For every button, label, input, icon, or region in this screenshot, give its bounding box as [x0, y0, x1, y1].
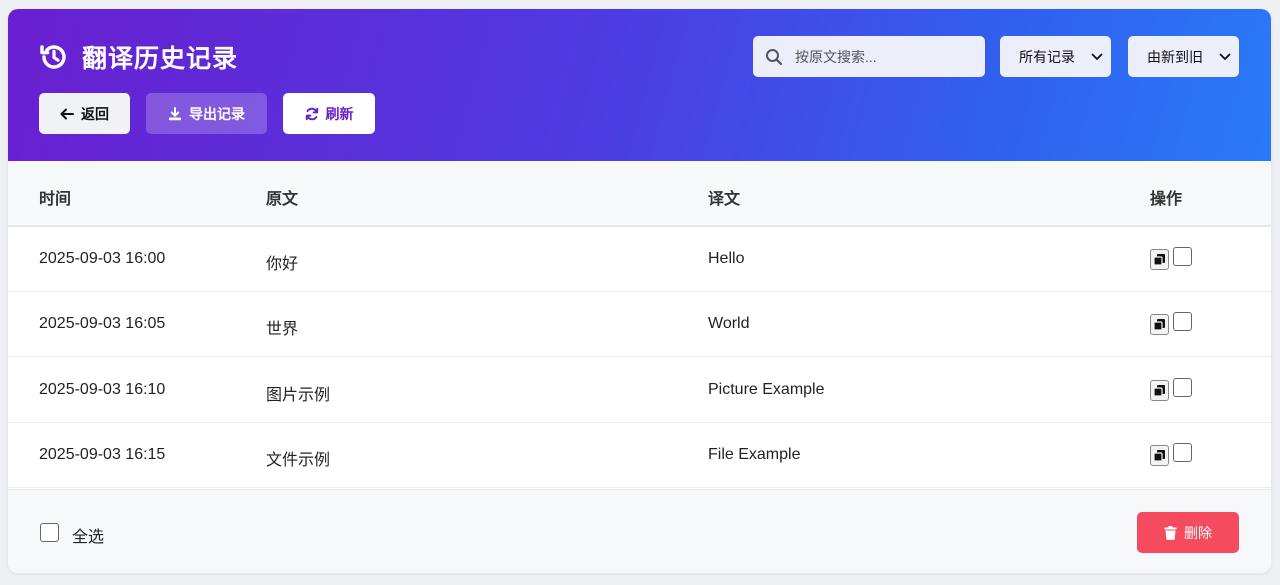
- copy-icon: [1153, 450, 1165, 462]
- copy-icon: [1153, 385, 1165, 397]
- table-row: 2025-09-03 16:15 文件示例 File Example: [8, 423, 1271, 488]
- refresh-icon: [305, 107, 318, 120]
- header: 翻译历史记录 返回 导出记录 刷新 按原文搜索... 所有记录 由新到旧: [8, 9, 1271, 161]
- chevron-down-icon: [1219, 53, 1231, 60]
- back-label: 返回: [81, 105, 109, 122]
- copy-button[interactable]: [1150, 445, 1169, 466]
- refresh-label: 刷新: [325, 105, 354, 122]
- copy-button[interactable]: [1150, 380, 1169, 401]
- row-checkbox[interactable]: [1173, 312, 1192, 331]
- export-button[interactable]: 导出记录: [146, 93, 267, 134]
- history-card: 翻译历史记录 返回 导出记录 刷新 按原文搜索... 所有记录 由新到旧 时间 …: [8, 9, 1271, 573]
- column-header-translation: 译文: [708, 191, 741, 208]
- page-title: 翻译历史记录: [82, 45, 239, 73]
- filter-select[interactable]: 所有记录: [1000, 36, 1111, 77]
- download-icon: [169, 106, 181, 120]
- table-row: 2025-09-03 16:00 你好 Hello: [8, 227, 1271, 292]
- refresh-button[interactable]: 刷新: [283, 93, 375, 134]
- row-time: 2025-09-03 16:00: [39, 250, 166, 267]
- back-button[interactable]: 返回: [39, 93, 130, 134]
- row-checkbox[interactable]: [1173, 247, 1192, 266]
- copy-button[interactable]: [1150, 249, 1169, 270]
- row-translation: World: [708, 315, 750, 332]
- copy-button[interactable]: [1150, 314, 1169, 335]
- column-header-actions: 操作: [1150, 191, 1183, 208]
- history-icon: [40, 45, 66, 69]
- chevron-down-icon: [1091, 53, 1103, 60]
- select-all-label[interactable]: 全选: [72, 523, 104, 547]
- search-input[interactable]: [795, 48, 975, 65]
- row-checkbox[interactable]: [1173, 443, 1192, 462]
- row-source: 世界: [266, 321, 299, 338]
- delete-label: 删除: [1184, 524, 1212, 541]
- copy-icon: [1153, 319, 1165, 331]
- export-label: 导出记录: [189, 105, 245, 122]
- row-time: 2025-09-03 16:15: [39, 446, 166, 463]
- sort-selected-value: 由新到旧: [1147, 48, 1203, 65]
- trash-icon: [1164, 525, 1177, 540]
- search-icon: [766, 48, 783, 65]
- delete-button[interactable]: 删除: [1137, 512, 1239, 553]
- select-all-checkbox[interactable]: [40, 523, 59, 542]
- row-translation: File Example: [708, 446, 801, 463]
- row-translation: Picture Example: [708, 381, 825, 398]
- sort-select[interactable]: 由新到旧: [1128, 36, 1239, 77]
- copy-icon: [1153, 254, 1165, 266]
- title-wrap: 翻译历史记录: [38, 39, 238, 75]
- table-header: 时间 原文 译文 操作: [8, 161, 1271, 227]
- row-source: 图片示例: [266, 387, 331, 404]
- table-row: 2025-09-03 16:05 世界 World: [8, 292, 1271, 357]
- row-source: 文件示例: [266, 452, 331, 469]
- row-checkbox[interactable]: [1173, 378, 1192, 397]
- filter-selected-value: 所有记录: [1019, 48, 1075, 65]
- search-box[interactable]: [753, 36, 985, 77]
- table-row: 2025-09-03 16:10 图片示例 Picture Example: [8, 358, 1271, 423]
- row-time: 2025-09-03 16:10: [39, 381, 166, 398]
- footer: 全选 删除: [8, 489, 1271, 573]
- column-header-source: 原文: [266, 191, 299, 208]
- arrow-left-icon: [60, 108, 74, 119]
- row-source: 你好: [266, 256, 299, 273]
- column-header-time: 时间: [39, 191, 72, 208]
- row-time: 2025-09-03 16:05: [39, 315, 166, 332]
- row-translation: Hello: [708, 250, 745, 267]
